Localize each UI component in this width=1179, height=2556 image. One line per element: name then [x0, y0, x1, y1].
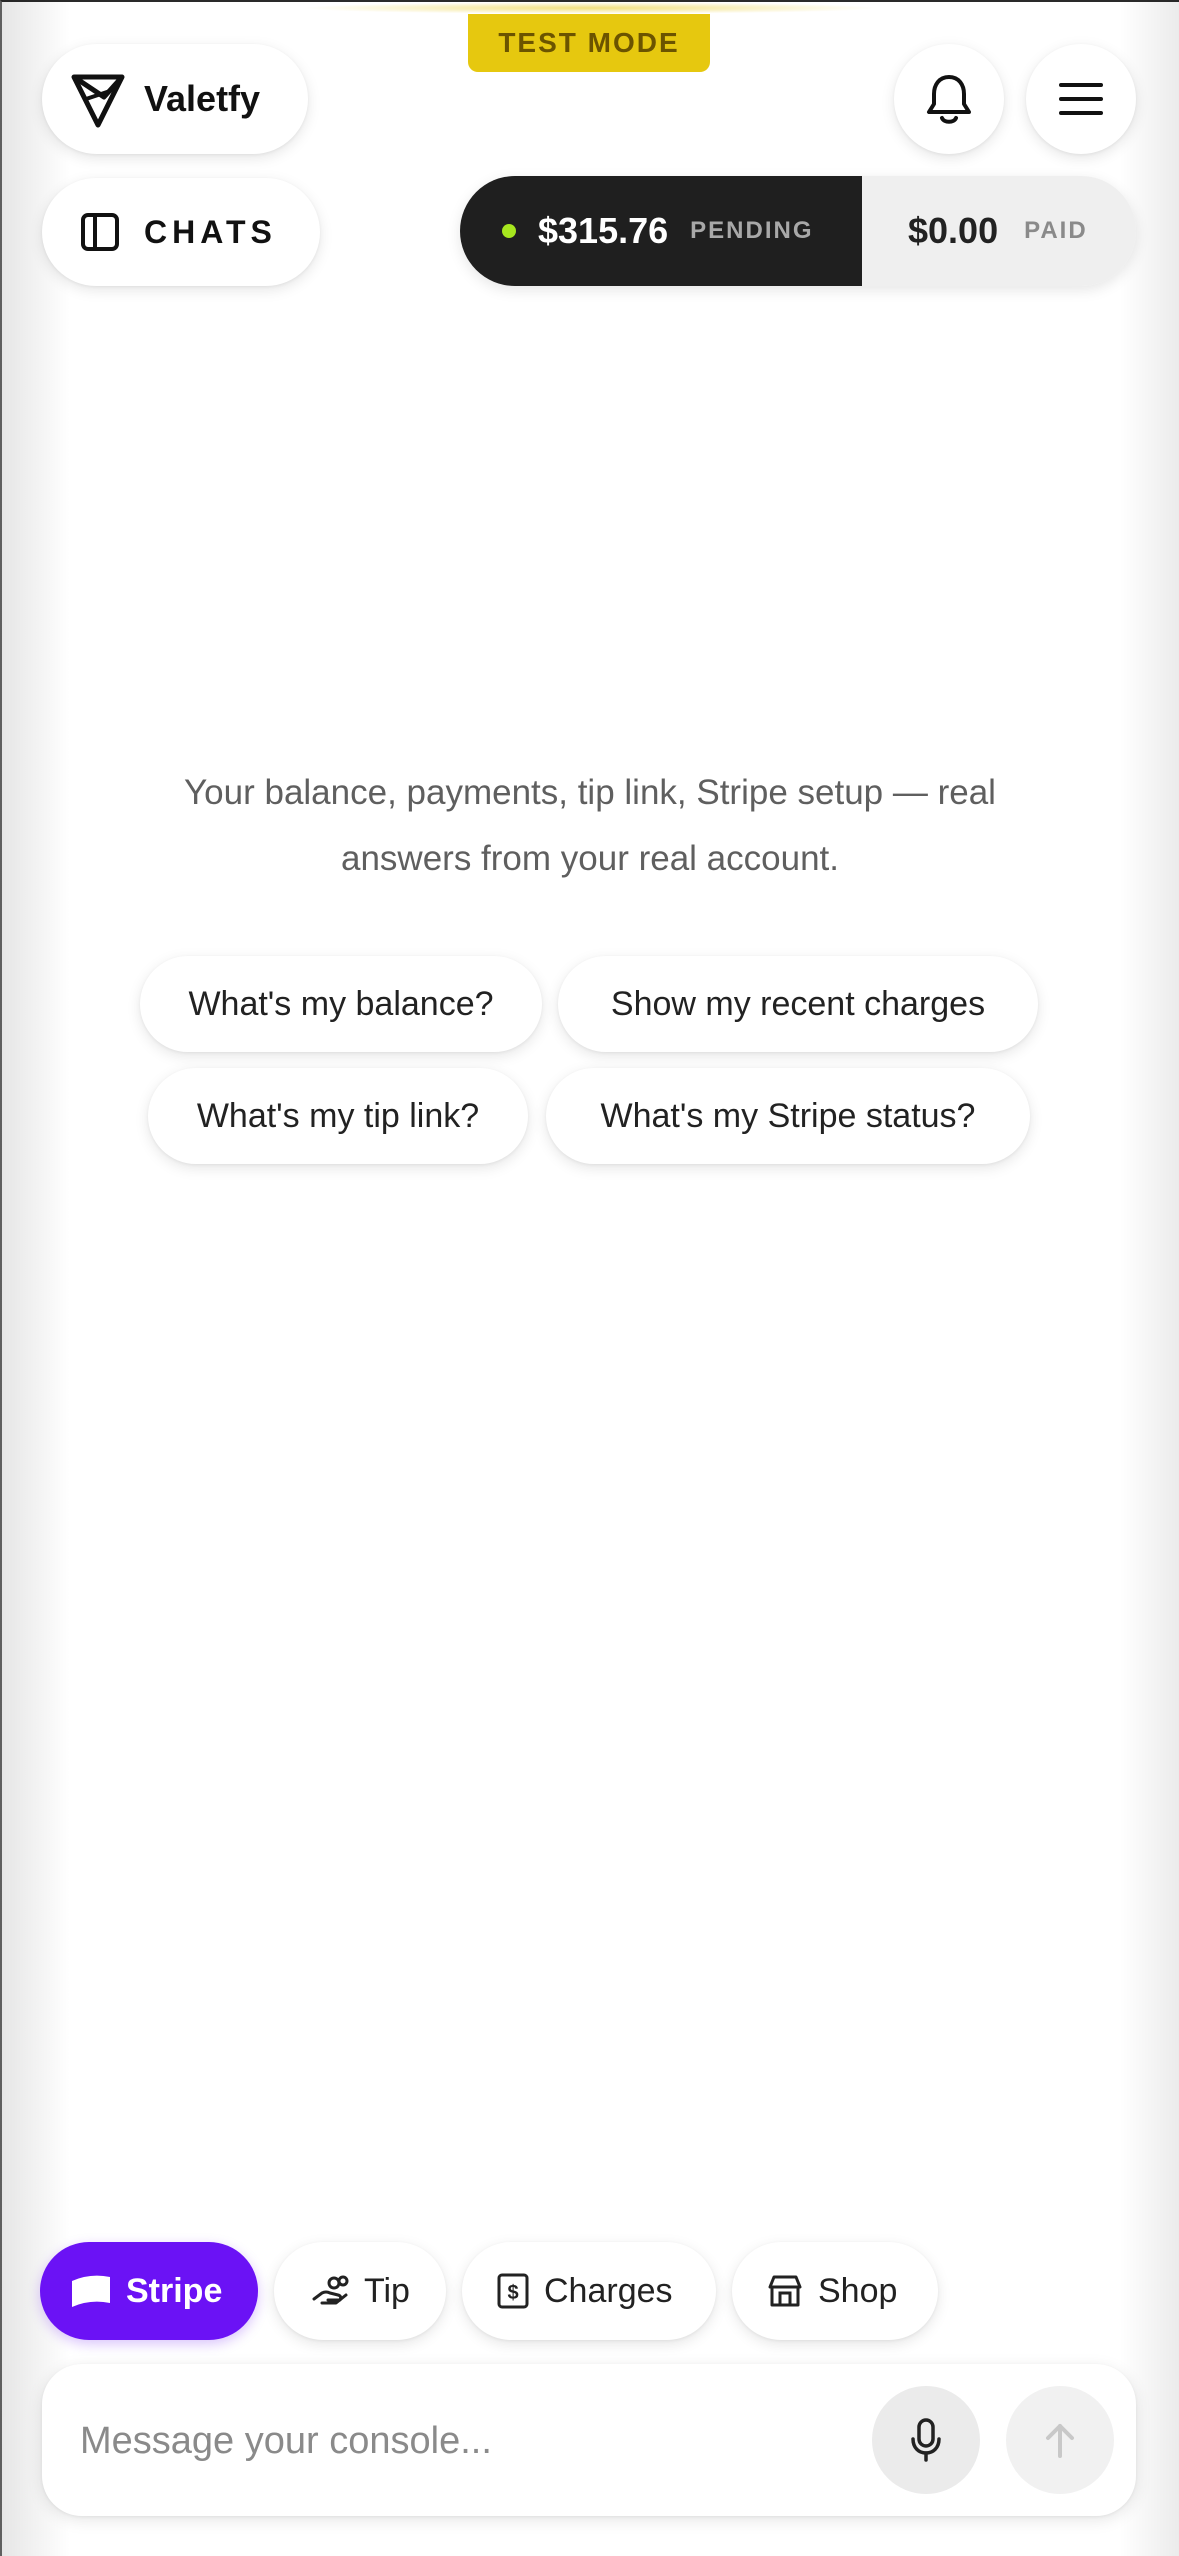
valetfy-logo-icon — [71, 74, 125, 128]
charges-chip-label: Charges — [544, 2271, 673, 2310]
suggestion-balance[interactable]: What's my balance? — [140, 956, 542, 1052]
suggestion-tip-link[interactable]: What's my tip link? — [148, 1068, 528, 1164]
balance-widget[interactable]: $315.76 PENDING $0.00 PAID — [460, 176, 1136, 286]
stripe-chip-label: Stripe — [126, 2271, 223, 2310]
svg-text:$: $ — [507, 2282, 518, 2304]
chats-button[interactable]: CHATS — [42, 178, 320, 286]
tip-chip-label: Tip — [364, 2271, 410, 2310]
intro-line-2: answers from your real account. — [341, 839, 839, 878]
intro-line-1: Your balance, payments, tip link, Stripe… — [184, 773, 996, 812]
tip-hand-icon — [312, 2275, 349, 2305]
sidebar-panel-icon — [81, 213, 119, 251]
shop-chip-label: Shop — [818, 2271, 898, 2310]
microphone-icon — [911, 2418, 941, 2462]
paid-balance[interactable]: $0.00 PAID — [862, 176, 1136, 286]
test-mode-glow — [300, 2, 880, 14]
paid-amount: $0.00 — [908, 210, 999, 251]
brand-button[interactable]: Valetfy — [42, 44, 308, 154]
send-button[interactable] — [1006, 2386, 1114, 2494]
paid-label: PAID — [1024, 217, 1088, 244]
storefront-icon — [768, 2275, 802, 2307]
message-composer — [42, 2364, 1136, 2516]
pending-label: PENDING — [690, 217, 814, 244]
suggestion-stripe-status[interactable]: What's my Stripe status? — [546, 1068, 1030, 1164]
hamburger-menu-icon — [1059, 83, 1103, 115]
pending-amount: $315.76 — [538, 210, 669, 251]
intro-text: Your balance, payments, tip link, Stripe… — [130, 760, 1050, 892]
charges-chip[interactable]: $ Charges — [462, 2242, 716, 2340]
pending-balance[interactable]: $315.76 PENDING — [460, 176, 862, 286]
chats-label: CHATS — [144, 213, 277, 250]
stripe-flag-icon — [72, 2275, 110, 2307]
menu-button[interactable] — [1026, 44, 1136, 154]
brand-name: Valetfy — [144, 78, 261, 119]
test-mode-badge: TEST MODE — [468, 14, 710, 72]
arrow-up-icon — [1046, 2424, 1074, 2458]
microphone-button[interactable] — [872, 2386, 980, 2494]
app-frame — [0, 0, 1179, 2556]
message-input[interactable] — [78, 2404, 882, 2478]
tip-chip[interactable]: Tip — [274, 2242, 446, 2340]
suggestion-recent-charges[interactable]: Show my recent charges — [558, 956, 1038, 1052]
receipt-icon: $ — [497, 2273, 529, 2309]
notifications-button[interactable] — [894, 44, 1004, 154]
stripe-chip[interactable]: Stripe — [40, 2242, 258, 2340]
status-dot-icon — [502, 224, 516, 238]
shop-chip[interactable]: Shop — [732, 2242, 938, 2340]
bell-icon — [927, 75, 971, 124]
